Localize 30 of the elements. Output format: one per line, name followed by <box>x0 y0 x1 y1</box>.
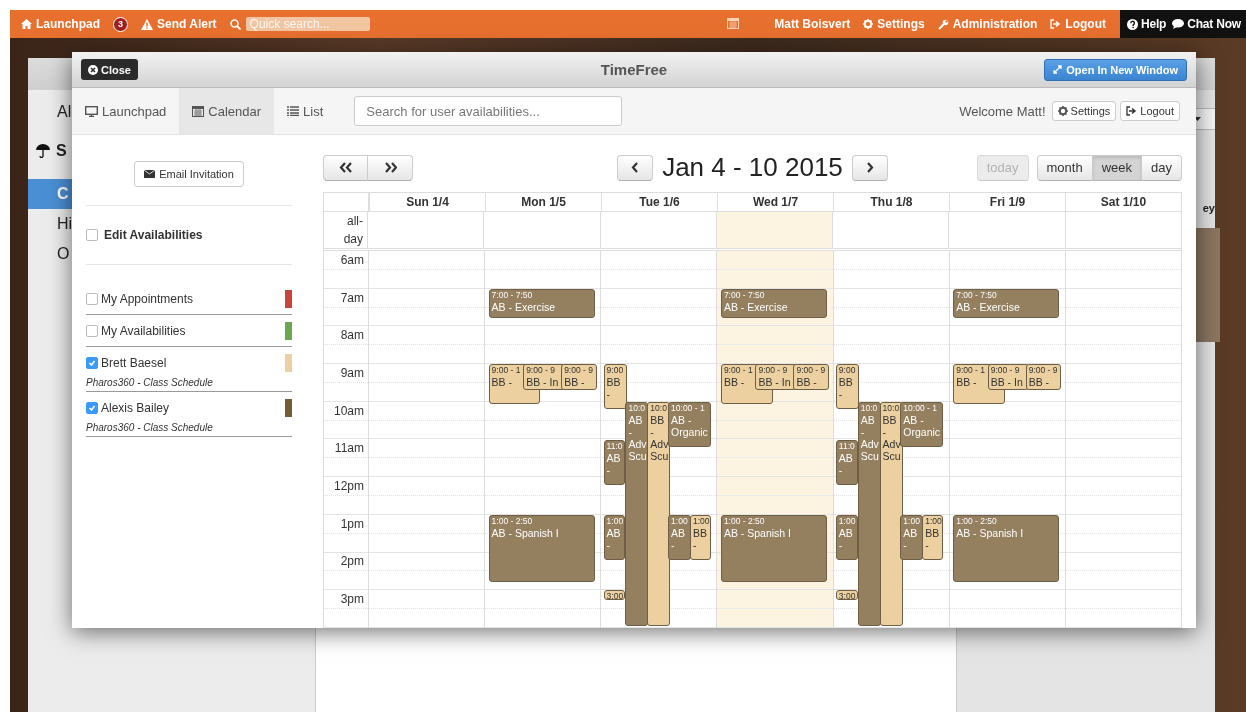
day-header: Sat 1/10 <box>1065 193 1181 211</box>
day-header: Mon 1/5 <box>485 193 601 211</box>
calendar-name: My Availabilities <box>101 323 187 338</box>
time-label: 1pm <box>340 516 364 531</box>
time-label: 12pm <box>333 479 364 494</box>
time-label: 6am <box>340 252 364 267</box>
calendar-source: Pharos360 - Class Schedule <box>86 377 214 390</box>
welcome-text: Welcome Matt! <box>959 103 1046 119</box>
time-label: 10am <box>333 403 364 418</box>
time-label: 2pm <box>340 554 364 569</box>
calendar-source: Pharos360 - Class Schedule <box>86 422 214 435</box>
time-label: 7am <box>340 290 364 305</box>
profile-name: ey <box>1202 202 1215 214</box>
notification-badge: 3 <box>113 16 128 32</box>
day-header: Fri 1/9 <box>949 193 1065 211</box>
calendar-name: My Appointments <box>101 291 195 306</box>
day-header: Sun 1/4 <box>369 193 485 211</box>
time-label: 3pm <box>340 592 364 607</box>
time-label: 9am <box>340 366 364 380</box>
calendar-name: Alexis Bailey <box>101 400 171 415</box>
day-header: Thu 1/8 <box>833 193 949 211</box>
day-header: Tue 1/6 <box>601 193 717 211</box>
window-title: TimeFree <box>600 61 668 78</box>
all-day-label: all-day <box>324 212 368 248</box>
calendar-name: Brett Baesel <box>101 355 168 370</box>
date-range-title: Jan 4 - 10 2015 <box>662 152 843 183</box>
day-header: Wed 1/7 <box>717 193 833 211</box>
checkbox-label: Edit Availabilities <box>104 228 203 242</box>
time-label: 8am <box>340 328 364 343</box>
time-label: 11am <box>334 441 364 456</box>
